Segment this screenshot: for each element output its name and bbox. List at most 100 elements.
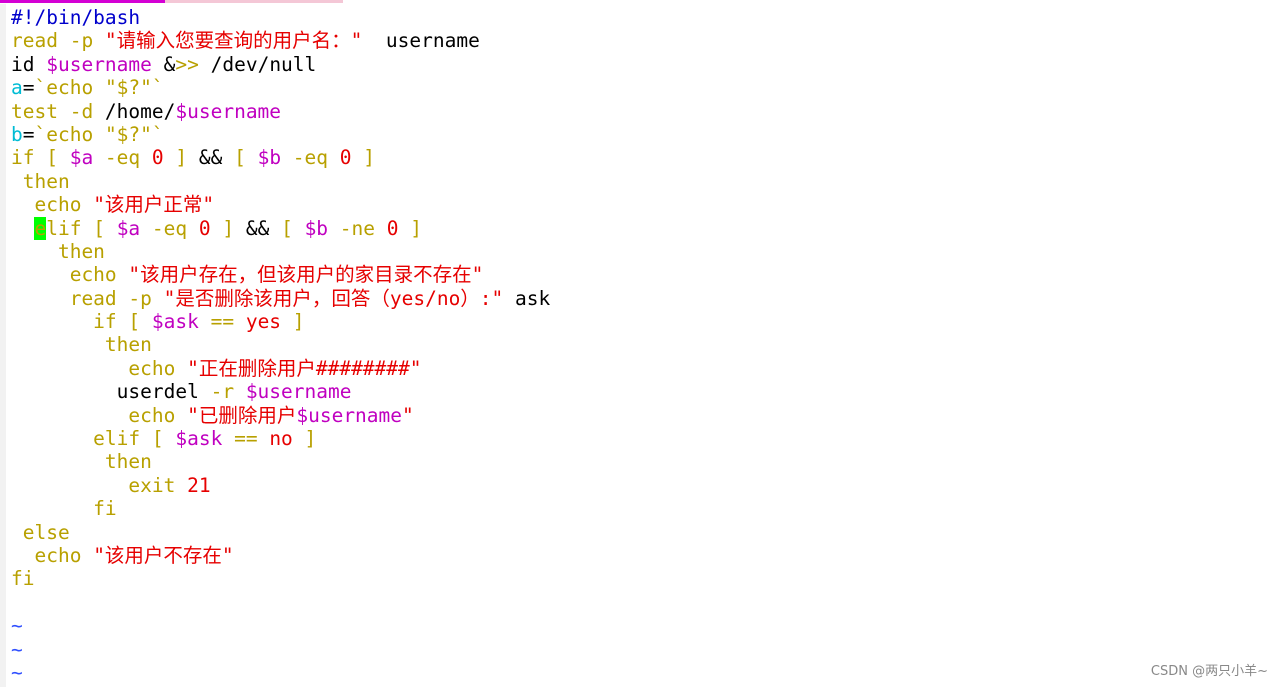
code-token: ] [351, 146, 375, 170]
code-line[interactable]: b=`echo "$?"` [11, 123, 550, 146]
code-line[interactable] [11, 591, 550, 614]
code-line[interactable]: if [ $a -eq 0 ] && [ $b -eq 0 ] [11, 146, 550, 169]
code-token: echo [11, 543, 94, 567]
code-token: `echo "$?"` [34, 122, 164, 146]
code-token: "请输入您要查询的用户名：" [104, 29, 363, 53]
code-token: 0 [386, 216, 399, 240]
code-token: $username [46, 52, 152, 76]
code-token: $username [245, 380, 352, 404]
code-line[interactable]: echo "该用户不存在" [11, 544, 550, 567]
code-line[interactable]: userdel -r $username [11, 380, 550, 403]
code-line[interactable]: then [11, 333, 550, 356]
code-token: "该用户正常" [93, 193, 215, 217]
code-token: if [ [11, 146, 70, 170]
empty-line-marker: ~ [11, 660, 23, 684]
code-line[interactable]: #!/bin/bash [11, 6, 550, 29]
code-token: = [22, 76, 35, 100]
inactive-tab-indicator[interactable] [165, 0, 343, 3]
code-line[interactable]: echo "该用户正常" [11, 193, 550, 216]
code-line[interactable]: fi [11, 497, 550, 520]
code-token: -eq [93, 146, 152, 170]
text-cursor: e [34, 216, 47, 240]
code-line[interactable]: elif [ $a -eq 0 ] && [ $b -ne 0 ] [11, 216, 550, 240]
code-token: then [11, 169, 70, 193]
code-line[interactable]: id $username &>> /dev/null [11, 53, 550, 76]
code-token: fi [11, 567, 35, 591]
code-token: ] [292, 427, 317, 451]
code-token: 0 [339, 146, 352, 170]
active-tab-indicator[interactable] [0, 0, 165, 3]
code-token: if [ [11, 310, 152, 334]
code-token: echo [11, 193, 94, 217]
code-token: ] [398, 216, 422, 240]
code-token: echo [11, 356, 188, 380]
code-token: `echo "$?"` [34, 76, 164, 100]
code-token: >> [175, 52, 199, 76]
code-token: $username [175, 99, 282, 123]
code-token: "已删除用户 [187, 403, 297, 427]
code-token: yes [245, 310, 282, 334]
empty-line-marker: ~ [11, 614, 23, 638]
code-line[interactable]: test -d /home/$username [11, 100, 550, 123]
code-token: userdel [11, 380, 199, 404]
code-token: == [198, 310, 246, 334]
code-token: "该用户存在，但该用户的家目录不存在" [128, 263, 484, 287]
code-line[interactable]: exit 21 [11, 474, 550, 497]
code-line[interactable]: ~ [11, 661, 550, 684]
code-token: "正在删除用户########" [187, 356, 422, 380]
code-token: ] [163, 146, 188, 170]
code-token: -r [198, 380, 246, 404]
code-token: $b [257, 146, 282, 170]
code-line[interactable]: then [11, 450, 550, 473]
code-line[interactable]: read -p "是否删除该用户，回答（yes/no）:" ask [11, 286, 551, 310]
code-line[interactable]: if [ $ask == yes ] [11, 310, 550, 333]
code-token: id [11, 52, 47, 76]
code-token: echo [11, 403, 188, 427]
code-token: echo [11, 263, 129, 287]
code-line[interactable]: a=`echo "$?"` [11, 76, 550, 99]
code-token: $ask [151, 310, 199, 334]
code-token: = [22, 122, 35, 146]
editor-tab-bar [0, 0, 1280, 4]
code-token: ] [281, 310, 305, 334]
code-token: exit [11, 473, 188, 497]
code-line[interactable]: ~ [11, 638, 550, 661]
code-token: /home/ [104, 99, 176, 123]
code-token: no [269, 427, 293, 451]
code-token: 0 [151, 146, 164, 170]
code-line[interactable]: then [11, 240, 550, 263]
code-line[interactable]: echo "正在删除用户########" [11, 357, 550, 380]
watermark: CSDN @两只小羊~ [1150, 664, 1268, 679]
code-line[interactable]: read -p "请输入您要查询的用户名：" username [11, 29, 550, 52]
code-token: & [151, 52, 176, 76]
code-token: ask [503, 286, 551, 310]
code-token: && [234, 216, 282, 240]
code-line[interactable]: fi [11, 567, 550, 590]
code-token: b [11, 122, 23, 146]
code-token: [ [234, 146, 258, 170]
code-line[interactable]: elif [ $ask == no ] [11, 427, 550, 450]
code-line[interactable]: ~ [11, 614, 550, 637]
code-line[interactable]: echo "已删除用户$username" [11, 404, 550, 427]
code-token: $username [296, 403, 403, 427]
code-token: read -p [11, 286, 164, 310]
code-token: else [11, 520, 70, 544]
code-token: -eq [281, 146, 340, 170]
code-token: 21 [187, 473, 211, 497]
code-token: 0 [198, 216, 211, 240]
code-token: /dev/null [198, 52, 317, 76]
code-line[interactable]: echo "该用户存在，但该用户的家目录不存在" [11, 263, 550, 286]
code-token: -ne [328, 216, 387, 240]
code-line[interactable]: then [11, 170, 550, 193]
code-editor[interactable]: #!/bin/bash read -p "请输入您要查询的用户名：" userna… [11, 6, 550, 684]
code-line[interactable]: else [11, 521, 550, 544]
empty-line-marker: ~ [11, 637, 23, 661]
code-token: "是否删除该用户，回答（yes/no）:" [163, 286, 504, 310]
code-token: $a [69, 146, 94, 170]
code-token: $a [116, 216, 141, 240]
code-token: fi [11, 497, 117, 521]
code-token: -eq [140, 216, 199, 240]
code-token: " [402, 403, 414, 427]
editor-left-gutter [0, 4, 6, 687]
